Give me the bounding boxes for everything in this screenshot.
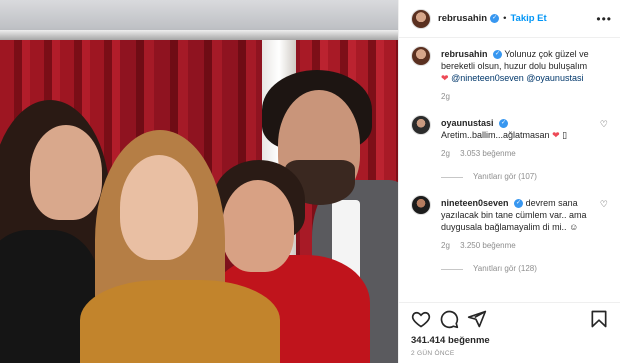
share-icon[interactable] <box>467 309 487 329</box>
comment-username[interactable]: oyaunustasi <box>441 118 494 128</box>
comment-likes[interactable]: 3.250 beğenme <box>460 241 516 250</box>
replies-line <box>441 268 463 270</box>
caption-time[interactable]: 2g <box>441 92 450 101</box>
post-photo[interactable] <box>0 0 398 363</box>
comment-time[interactable]: 2g <box>441 149 450 158</box>
commenter-avatar[interactable] <box>411 195 431 215</box>
person-2-face <box>120 155 198 260</box>
heart-icon[interactable] <box>411 309 431 329</box>
caption-avatar[interactable] <box>411 46 431 66</box>
commenter-avatar[interactable] <box>411 115 431 135</box>
comment: nineteen0seven ✓ devrem sana yazılacak b… <box>411 195 608 275</box>
verified-badge-icon: ✓ <box>499 119 509 129</box>
caption-username[interactable]: rebrusahin <box>441 49 488 59</box>
caption-mention-2[interactable]: @oyaunustasi <box>526 73 583 83</box>
follow-button[interactable]: Takip Et <box>510 13 546 24</box>
smile-emoji-icon: ☺ <box>569 222 579 232</box>
photo-pipe <box>0 30 398 40</box>
person-3-face <box>222 180 294 272</box>
comments-list[interactable]: rebrusahin ✓ Yolunuz çok güzel ve bereke… <box>399 38 620 300</box>
separator-dot: • <box>503 13 507 24</box>
post-header: rebrusahin ✓ • Takip Et ••• <box>399 0 620 38</box>
caption: rebrusahin ✓ Yolunuz çok güzel ve bereke… <box>411 46 608 103</box>
post-sidebar: rebrusahin ✓ • Takip Et ••• rebrusahin ✓… <box>398 0 620 363</box>
verified-badge-icon: ✓ <box>514 199 524 209</box>
box-emoji-icon: ▯ <box>562 130 568 140</box>
comment-icon[interactable] <box>439 309 459 329</box>
person-1-face <box>30 125 102 220</box>
author-avatar[interactable] <box>411 8 431 29</box>
more-options-icon[interactable]: ••• <box>596 12 612 26</box>
comment-likes[interactable]: 3.053 beğenme <box>460 149 516 158</box>
comment-time[interactable]: 2g <box>441 241 450 250</box>
caption-mention-1[interactable]: @nineteen0seven <box>451 73 524 83</box>
verified-badge-icon: ✓ <box>493 50 503 60</box>
red-heart-icon: ❤ <box>552 130 560 140</box>
comment: oyaunustasi ✓ Aretim..ballim...ağlatmasa… <box>411 115 608 183</box>
verified-badge-icon: ✓ <box>490 14 500 23</box>
comment-like-icon[interactable]: ♡ <box>600 119 608 130</box>
comment-username[interactable]: nineteen0seven <box>441 198 509 208</box>
author-username[interactable]: rebrusahin <box>438 13 487 24</box>
bookmark-icon[interactable] <box>589 309 609 329</box>
red-heart-icon: ❤ <box>441 73 449 83</box>
replies-line <box>441 176 463 178</box>
view-replies-button[interactable]: Yanıtları gör (128) <box>473 263 537 275</box>
person-2-body <box>80 280 280 363</box>
action-bar: 341.414 beğenme 2 GÜN ÖNCE <box>399 302 620 357</box>
view-replies-button[interactable]: Yanıtları gör (107) <box>473 171 537 183</box>
like-count[interactable]: 341.414 beğenme <box>411 335 609 346</box>
comment-like-icon[interactable]: ♡ <box>600 199 608 210</box>
post-date[interactable]: 2 GÜN ÖNCE <box>411 350 609 357</box>
comment-text: Aretim..ballim...ağlatmasan <box>441 130 550 140</box>
